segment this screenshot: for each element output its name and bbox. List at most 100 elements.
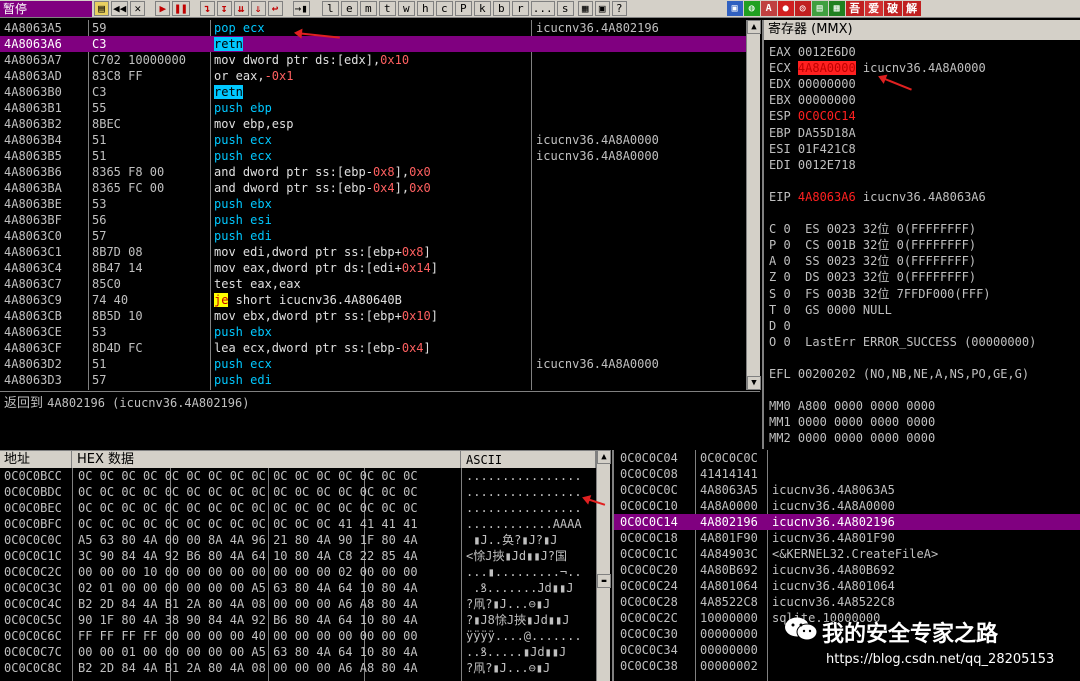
disasm-row[interactable]: 4A8063CF 8D4D FC lea ecx,dword ptr ss:[ebp…	[0, 340, 746, 356]
dump-row[interactable]: 0C0C0C5C 90 1F 80 4A 38 90 84 4A 92 B6 80…	[0, 612, 596, 628]
dump-row[interactable]: 0C0C0C7C 00 00 01 00 00 00 00 00 A5 63 80…	[0, 644, 596, 660]
help-icon[interactable]: ?	[611, 1, 627, 16]
register-row[interactable]: MM3 8000 0000 0000 0000	[769, 447, 1079, 450]
stack-row[interactable]: 0C0C0C28 4A8522C8 icucnv36.4A8522C8	[614, 594, 1080, 610]
memory-dump-pane[interactable]: 0C0C0BCC 0C 0C 0C 0C 0C 0C 0C 0C 0C 0C 0C…	[0, 468, 596, 681]
register-row[interactable]: ESI 01F421C8	[769, 141, 1079, 157]
register-row[interactable]: EAX 0012E6D0	[769, 44, 1079, 60]
disasm-row[interactable]: 4A8063AD 83C8 FF or eax,-0x1	[0, 68, 746, 84]
disasm-row[interactable]: 4A8063B4 51 push ecx icucnv36.4A8A0000	[0, 132, 746, 148]
window-button-k[interactable]: k	[473, 1, 491, 16]
disasm-row[interactable]: 4A8063A5 59 pop ecx icucnv36.4A802196	[0, 20, 746, 36]
disassembly-pane[interactable]: 4A8063A5 59 pop ecx icucnv36.4A802196 4A8063…	[0, 20, 746, 390]
dump-row[interactable]: 0C0C0C8C B2 2D 84 4A B1 2A 80 4A 08 00 00…	[0, 660, 596, 676]
disasm-row[interactable]: 4A8063CB 8B5D 10 mov ebx,dword ptr ss:[ebp…	[0, 308, 746, 324]
plugin-cn-button-0[interactable]: 吾	[845, 1, 864, 16]
dump-row[interactable]: 0C0C0BEC 0C 0C 0C 0C 0C 0C 0C 0C 0C 0C 0C…	[0, 500, 596, 516]
window-button-b[interactable]: b	[492, 1, 510, 16]
registers-header[interactable]: 寄存器 (MMX)	[764, 20, 1080, 40]
disasm-row[interactable]: 4A8063D2 51 push ecx icucnv36.4A8A0000	[0, 356, 746, 372]
close-icon[interactable]: ✕	[130, 1, 146, 16]
register-row[interactable]: P 0 CS 001B 32位 0(FFFFFFFF)	[769, 237, 1079, 253]
dump-row[interactable]: 0C0C0C2C 00 00 00 10 00 00 00 00 00 00 00…	[0, 564, 596, 580]
disasm-row[interactable]: 4A8063B5 51 push ecx icucnv36.4A8A0000	[0, 148, 746, 164]
disasm-row[interactable]: 4A8063B0 C3 retn	[0, 84, 746, 100]
scroll-down-arrow[interactable]: ▼	[747, 376, 761, 390]
stack-row[interactable]: 0C0C0C24 4A801064 icucnv36.4A801064	[614, 578, 1080, 594]
trace-into-button[interactable]: ⇊	[233, 1, 249, 16]
goto-button[interactable]: →▮	[292, 1, 310, 16]
registers-pane[interactable]: 寄存器 (MMX) EAX 0012E6D0 ECX 4A8A0000 icucn…	[762, 20, 1080, 449]
stack-row[interactable]: 0C0C0C20 4A80B692 icucnv36.4A80B692	[614, 562, 1080, 578]
disasm-row[interactable]: 4A8063A7 C702 10000000 mov dword ptr ds:[e…	[0, 52, 746, 68]
register-row[interactable]: T 0 GS 0000 NULL	[769, 302, 1079, 318]
plugin-icon-2[interactable]: ◍	[743, 1, 760, 16]
disasm-row[interactable]: 4A8063B1 55 push ebp	[0, 100, 746, 116]
dump-row[interactable]: 0C0C0BFC 0C 0C 0C 0C 0C 0C 0C 0C 0C 0C 0C…	[0, 516, 596, 532]
dump-col-hex[interactable]: HEX 数据	[73, 451, 461, 469]
disasm-row[interactable]: 4A8063C4 8B47 14 mov eax,dword ptr ds:[edi…	[0, 260, 746, 276]
disassembly-scrollbar[interactable]: ▲ ▼	[746, 20, 761, 390]
register-row[interactable]	[769, 173, 1079, 189]
stack-row[interactable]: 0C0C0C18 4A801F90 icucnv36.4A801F90	[614, 530, 1080, 546]
step-over-button[interactable]: ↧	[216, 1, 232, 16]
disasm-row[interactable]: 4A8063CE 53 push ebx	[0, 324, 746, 340]
window-button-t[interactable]: t	[378, 1, 396, 16]
register-row[interactable]: EFL 00200202 (NO,NB,NE,A,NS,PO,GE,G)	[769, 366, 1079, 382]
dump-row[interactable]: 0C0C0C0C A5 63 80 4A 00 00 8A 4A 96 21 80…	[0, 532, 596, 548]
register-row[interactable]: EBX 00000000	[769, 92, 1079, 108]
dump-row[interactable]: 0C0C0C1C 3C 90 84 4A 92 B6 80 4A 64 10 80…	[0, 548, 596, 564]
stack-row[interactable]: 0C0C0C04 0C0C0C0C	[614, 450, 1080, 466]
plugin-icon-7[interactable]: ▦	[828, 1, 845, 16]
window-button-P[interactable]: P	[454, 1, 472, 16]
dump-row[interactable]: 0C0C0C4C B2 2D 84 4A B1 2A 80 4A 08 00 00…	[0, 596, 596, 612]
register-row[interactable]: S 0 FS 003B 32位 7FFDF000(FFF)	[769, 286, 1079, 302]
disasm-row[interactable]: 4A8063BF 56 push esi	[0, 212, 746, 228]
register-row[interactable]: Z 0 DS 0023 32位 0(FFFFFFFF)	[769, 269, 1079, 285]
dump-col-ascii[interactable]: ASCII	[462, 451, 596, 469]
window-button-s[interactable]: s	[556, 1, 574, 16]
dump-scroll-thumb[interactable]: ▬	[597, 574, 611, 588]
stack-row[interactable]: 0C0C0C0C 4A8063A5 icucnv36.4A8063A5	[614, 482, 1080, 498]
register-row[interactable]: EBP DA55D18A	[769, 125, 1079, 141]
disasm-row[interactable]: 4A8063C0 57 push edi	[0, 228, 746, 244]
register-row[interactable]	[769, 382, 1079, 398]
dump-row[interactable]: 0C0C0BDC 0C 0C 0C 0C 0C 0C 0C 0C 0C 0C 0C…	[0, 484, 596, 500]
window-button-r[interactable]: r	[511, 1, 529, 16]
plugin-icon-6[interactable]: ▤	[811, 1, 828, 16]
plugin-icon-3[interactable]: A	[760, 1, 777, 16]
window-button-e[interactable]: e	[340, 1, 358, 16]
stack-row[interactable]: 0C0C0C1C 4A84903C <&KERNEL32.CreateFileA>	[614, 546, 1080, 562]
layout-icon[interactable]: ▣	[594, 1, 610, 16]
window-button-h[interactable]: h	[416, 1, 434, 16]
dump-row[interactable]: 0C0C0C3C 02 01 00 00 00 00 00 00 A5 63 80…	[0, 580, 596, 596]
disasm-row[interactable]: 4A8063D3 57 push edi	[0, 372, 746, 388]
plugin-cn-button-1[interactable]: 爱	[864, 1, 883, 16]
stack-row[interactable]: 0C0C0C14 4A802196 icucnv36.4A802196	[614, 514, 1080, 530]
dump-row[interactable]: 0C0C0C6C FF FF FF FF 00 00 00 00 40 00 00…	[0, 628, 596, 644]
window-button-m[interactable]: m	[359, 1, 377, 16]
dump-col-addr[interactable]: 地址	[0, 451, 72, 469]
dump-scrollbar[interactable]: ▲ ▬	[596, 450, 611, 681]
window-button-l[interactable]: l	[321, 1, 339, 16]
register-row[interactable]	[769, 205, 1079, 221]
window-button-c[interactable]: c	[435, 1, 453, 16]
window-button-w[interactable]: w	[397, 1, 415, 16]
disasm-row[interactable]: 4A8063B6 8365 F8 00 and dword ptr ss:[ebp-…	[0, 164, 746, 180]
register-row[interactable]: ECX 4A8A0000 icucnv36.4A8A0000	[769, 60, 1079, 76]
plugin-icon-4[interactable]: ●	[777, 1, 794, 16]
register-row[interactable]: EDI 0012E718	[769, 157, 1079, 173]
pause-button[interactable]: ❚❚	[172, 1, 190, 16]
disasm-row[interactable]: 4A8063BA 8365 FC 00 and dword ptr ss:[ebp-…	[0, 180, 746, 196]
grid-icon[interactable]: ▦	[577, 1, 593, 16]
register-row[interactable]: C 0 ES 0023 32位 0(FFFFFFFF)	[769, 221, 1079, 237]
disasm-row[interactable]: 4A8063C9 74 40 je short icucnv36.4A80640B	[0, 292, 746, 308]
register-row[interactable]: ESP 0C0C0C14	[769, 108, 1079, 124]
dump-row[interactable]: 0C0C0BCC 0C 0C 0C 0C 0C 0C 0C 0C 0C 0C 0C…	[0, 468, 596, 484]
disasm-row[interactable]: 4A8063A6 C3 retn	[0, 36, 746, 52]
register-row[interactable]: MM2 0000 0000 0000 0000	[769, 430, 1079, 446]
register-row[interactable]: O 0 LastErr ERROR_SUCCESS (00000000)	[769, 334, 1079, 350]
disasm-row[interactable]: 4A8063C1 8B7D 08 mov edi,dword ptr ss:[ebp…	[0, 244, 746, 260]
window-button-dotsdotsdots[interactable]: ...	[530, 1, 555, 16]
stack-row[interactable]: 0C0C0C08 41414141	[614, 466, 1080, 482]
